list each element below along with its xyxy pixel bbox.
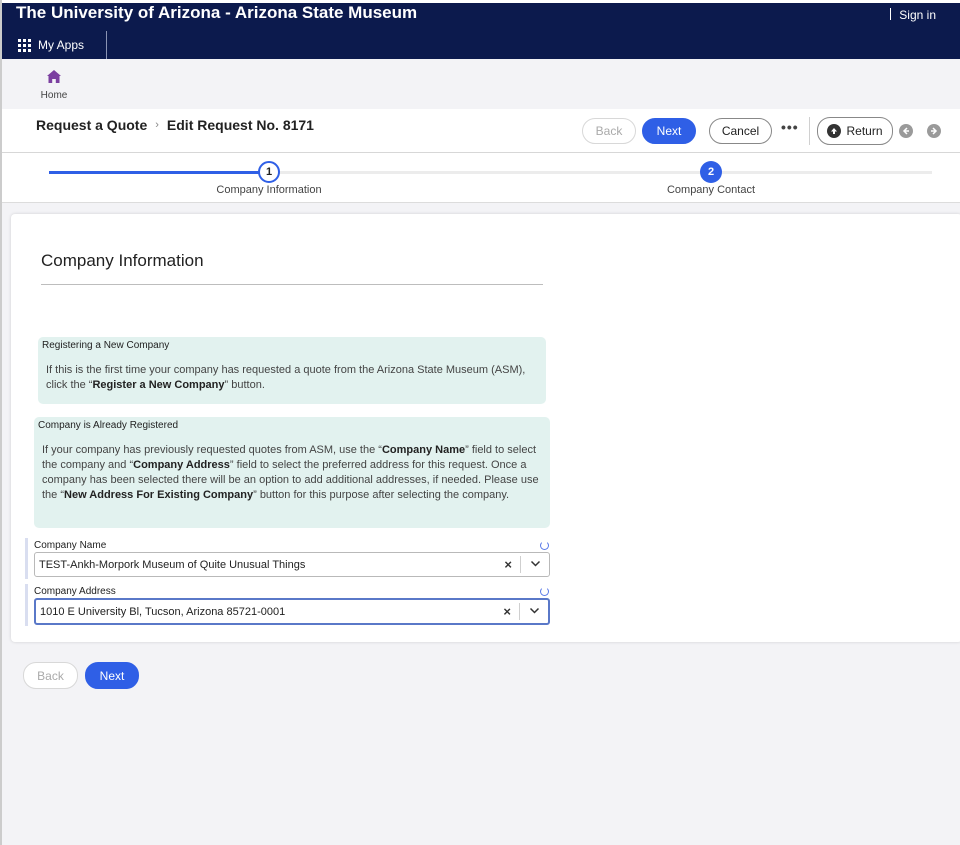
company-name-value: TEST-Ankh-Morpork Museum of Quite Unusua… [39, 559, 306, 571]
field-indicator [25, 584, 28, 626]
info-box-text: If this is the first time your company h… [46, 364, 526, 391]
my-apps-label: My Apps [38, 38, 85, 52]
home-icon [47, 70, 61, 83]
back-button[interactable]: Back [582, 118, 636, 144]
section-title: Company Information [41, 251, 204, 270]
return-button[interactable]: Return [817, 117, 893, 145]
info-box-existing-company: Company is Already Registered If your co… [34, 417, 550, 528]
bottom-next-button[interactable]: Next [85, 662, 139, 689]
divider [809, 117, 810, 145]
sign-in-link[interactable]: Sign in [890, 8, 936, 22]
arrow-up-circle-icon [827, 124, 842, 138]
step-2-indicator[interactable]: 2 [700, 161, 722, 183]
divider [520, 556, 521, 573]
step-2-label[interactable]: Company Contact [611, 184, 811, 196]
divider [890, 8, 892, 20]
breadcrumb-request-a-quote[interactable]: Request a Quote [36, 117, 147, 133]
my-apps-button[interactable]: My Apps [18, 31, 108, 59]
refresh-icon[interactable] [540, 587, 549, 596]
step-1-indicator[interactable]: 1 [258, 161, 280, 183]
field-indicator [25, 538, 28, 579]
refresh-icon[interactable] [540, 541, 549, 550]
chevron-right-icon: › [155, 119, 159, 131]
home-bar: Home [2, 59, 960, 109]
breadcrumb-current: Edit Request No. 8171 [166, 117, 314, 133]
company-name-field[interactable]: TEST-Ankh-Morpork Museum of Quite Unusua… [34, 552, 550, 577]
top-bar: The University of Arizona - Arizona Stat… [2, 0, 960, 31]
app-grid-icon [18, 38, 31, 52]
info-box-title: Company is Already Registered [38, 420, 179, 431]
sign-in-label[interactable]: Sign in [899, 8, 936, 22]
home-button[interactable]: Home [38, 69, 70, 101]
app-bar: My Apps [2, 31, 960, 59]
bottom-back-button[interactable]: Back [23, 662, 78, 689]
progress-track-fill [49, 171, 269, 174]
company-name-label: Company Name [34, 540, 107, 551]
site-title[interactable]: The University of Arizona - Arizona Stat… [16, 3, 417, 23]
info-box-title: Registering a New Company [42, 340, 170, 351]
company-address-value: 1010 E University Bl, Tucson, Arizona 85… [40, 606, 286, 618]
divider [41, 284, 543, 285]
breadcrumb: Request a Quote › Edit Request No. 8171 [36, 117, 314, 133]
step-1-label[interactable]: Company Information [169, 184, 369, 196]
info-box-new-company: Registering a New Company If this is the… [38, 337, 546, 404]
info-box-text: If your company has previously requested… [42, 444, 539, 501]
next-record-icon[interactable] [927, 124, 941, 138]
cancel-button[interactable]: Cancel [709, 118, 772, 144]
more-options-icon[interactable]: ••• [781, 119, 799, 135]
home-label: Home [40, 90, 68, 101]
next-button[interactable]: Next [642, 118, 696, 144]
company-address-field[interactable]: 1010 E University Bl, Tucson, Arizona 85… [34, 598, 550, 625]
clear-icon[interactable]: × [503, 604, 511, 619]
previous-record-icon[interactable] [899, 124, 913, 138]
clear-icon[interactable]: × [504, 557, 512, 572]
return-label: Return [846, 124, 883, 138]
company-address-label: Company Address [34, 586, 116, 597]
divider [519, 603, 520, 620]
chevron-down-icon[interactable] [529, 605, 540, 616]
form-card: Company Information Registering a New Co… [11, 214, 960, 642]
progress-stepper: 1 Company Information 2 Company Contact [2, 153, 960, 203]
chevron-down-icon[interactable] [530, 558, 541, 569]
